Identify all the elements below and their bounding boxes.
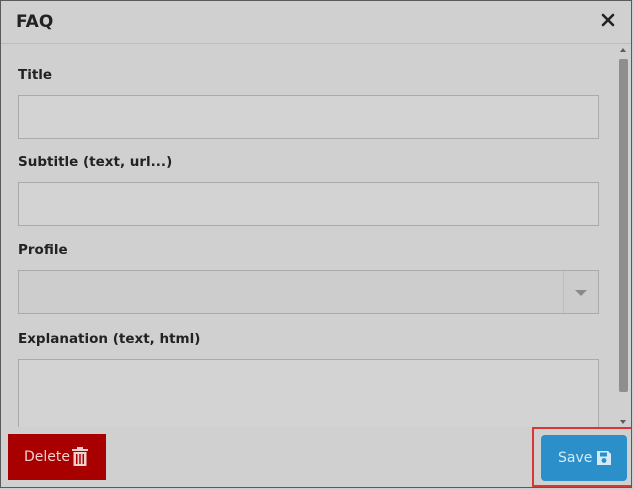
scroll-down-arrow-icon[interactable]	[620, 420, 626, 424]
dialog-header: FAQ	[1, 1, 631, 44]
scroll-up-arrow-icon[interactable]	[620, 48, 626, 52]
save-button[interactable]: Save	[541, 435, 627, 481]
profile-select[interactable]	[18, 270, 599, 314]
trash-icon	[72, 447, 88, 466]
subtitle-input[interactable]	[18, 182, 599, 226]
dialog-title: FAQ	[16, 12, 54, 32]
delete-button[interactable]: Delete	[8, 434, 106, 480]
scrollbar-thumb[interactable]	[619, 59, 628, 392]
close-icon[interactable]	[599, 11, 617, 29]
vertical-scrollbar[interactable]	[615, 44, 631, 428]
title-label: Title	[18, 67, 53, 83]
delete-button-label: Delete	[24, 449, 70, 465]
profile-label: Profile	[18, 242, 68, 258]
title-input[interactable]	[18, 95, 599, 139]
select-toggle[interactable]	[563, 271, 598, 313]
caret-down-icon	[575, 290, 587, 296]
floppy-disk-icon	[596, 450, 612, 466]
faq-dialog: FAQ Title Subtitle (text, url...) Profil…	[0, 0, 632, 488]
explanation-label: Explanation (text, html)	[18, 331, 201, 347]
dialog-body: Title Subtitle (text, url...) Profile Ex…	[1, 44, 617, 427]
dialog-footer: Delete Save	[1, 427, 631, 487]
subtitle-label: Subtitle (text, url...)	[18, 154, 173, 170]
save-button-label: Save	[558, 450, 593, 466]
explanation-textarea[interactable]	[18, 359, 599, 427]
